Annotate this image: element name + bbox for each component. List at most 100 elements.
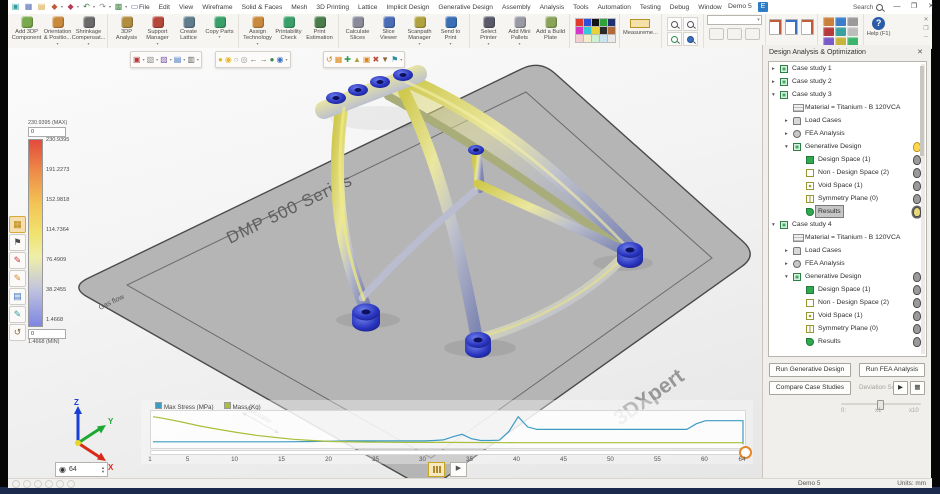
create-lattice-button[interactable]: Create Lattice <box>173 15 204 42</box>
restore-button[interactable]: ❐ <box>909 2 919 12</box>
tree-item-fea-analysis[interactable]: ▸FEA Analysis <box>769 257 926 270</box>
import-icon-caret[interactable]: ▾ <box>61 4 63 9</box>
flag-button[interactable]: ⚑ <box>9 234 26 251</box>
tree-item-generative-design[interactable]: ▾Generative Design <box>769 140 926 153</box>
utility-icon[interactable] <box>847 27 858 36</box>
3dp-analysis-button[interactable]: 3DP Analysis <box>111 15 142 42</box>
printer-select-dropdown[interactable]: ▾ <box>707 15 762 25</box>
app-logo-icon[interactable]: ▣ <box>10 1 21 12</box>
color-swatch[interactable] <box>607 34 616 43</box>
tree-item-generative-design[interactable]: ▾Generative Design <box>769 270 926 283</box>
add-3dp-component-button[interactable]: Add 3DP Component <box>11 15 42 42</box>
menu-wireframe[interactable]: Wireframe <box>201 4 233 11</box>
display-mode-icon[interactable]: ▨ <box>160 54 168 66</box>
menu-3d-printing[interactable]: 3D Printing <box>315 4 350 11</box>
tree-item-results[interactable]: Results <box>769 205 926 218</box>
run-fea-analysis-button[interactable]: Run FEA Analysis <box>859 363 925 377</box>
bulb-all-on-icon[interactable]: ● <box>218 54 223 66</box>
tree-item-results[interactable]: Results <box>769 335 926 348</box>
collapse-arrow-icon[interactable]: ▾ <box>785 274 788 280</box>
expand-arrow-icon[interactable]: ▸ <box>785 131 788 137</box>
expand-arrow-icon[interactable]: ▸ <box>785 261 788 267</box>
legend-max-input[interactable]: 0 <box>28 127 66 137</box>
visibility-bulb-icon[interactable] <box>913 272 921 282</box>
flag-marker-icon[interactable]: ⚑ <box>391 54 398 66</box>
menu-view[interactable]: View <box>178 4 194 11</box>
menu-tools[interactable]: Tools <box>572 4 589 11</box>
tree-item-fea-analysis[interactable]: ▸FEA Analysis <box>769 127 926 140</box>
visibility-bulb-icon[interactable] <box>913 168 921 178</box>
tree-scrollbar[interactable] <box>921 64 925 354</box>
revert-button[interactable]: ↺ <box>9 324 26 341</box>
refresh-icon[interactable]: ↺ <box>326 54 333 66</box>
view-orientation-button[interactable] <box>683 32 698 46</box>
stress-icon[interactable]: ✖ <box>372 54 379 66</box>
results-display-button[interactable]: ▦ <box>9 216 26 233</box>
chart-toggle-button[interactable] <box>428 462 445 477</box>
collapse-arrow-icon[interactable]: ▾ <box>772 222 775 228</box>
analysis-gold-icon[interactable]: ▲ <box>353 54 361 66</box>
menu-analysis[interactable]: Analysis <box>539 4 566 11</box>
visibility-bulb-icon[interactable] <box>913 285 921 295</box>
visibility-bulb-icon[interactable] <box>913 311 921 321</box>
tree-item-non-design-space-2-[interactable]: Non - Design Space (2) <box>769 166 926 179</box>
deviation-play-button[interactable]: ▶ <box>893 381 908 395</box>
clipboard-blue-button[interactable]: ▤ <box>9 288 26 305</box>
search-icon[interactable] <box>876 4 883 11</box>
measure-button[interactable]: Measureme... <box>623 15 658 36</box>
zoom-window-button[interactable] <box>667 17 682 31</box>
visibility-bulb-icon[interactable] <box>913 324 921 334</box>
tree-item-case-study-4[interactable]: ▾Case study 4 <box>769 218 926 231</box>
bulb-invert-icon[interactable]: ◎ <box>241 54 248 66</box>
print-estimation-button[interactable]: Print Estimation <box>304 15 335 42</box>
frame-stepper[interactable]: ▲▼ <box>101 466 107 474</box>
render-style-icon[interactable]: ▤ <box>174 54 182 66</box>
assign-technology-button[interactable]: Assign Technology▾ <box>242 15 273 46</box>
utility-icon[interactable] <box>823 27 834 36</box>
help-button[interactable]: ?Help (F1) <box>867 15 891 37</box>
zoom-selected-button[interactable] <box>667 32 682 46</box>
frame-spinner[interactable]: ◉ 64 ▲▼ <box>55 462 108 477</box>
redo-icon-caret[interactable]: ▾ <box>109 4 111 9</box>
markup-red-button[interactable]: ✎ <box>9 252 26 269</box>
visibility-bulb-icon[interactable] <box>913 207 921 217</box>
bulb-off-icon[interactable]: ○ <box>234 54 239 66</box>
layers-icon[interactable]: ▣ <box>363 54 371 66</box>
build-grid-icon[interactable]: ▦ <box>335 54 343 66</box>
panel-minimize-icon[interactable]: ─ <box>924 34 928 40</box>
zoom-button[interactable] <box>683 17 698 31</box>
tree-item-void-space-1-[interactable]: Void Space (1) <box>769 309 926 322</box>
selection-filter-icon[interactable]: ▧ <box>147 54 155 66</box>
tree-item-void-space-1-[interactable]: Void Space (1) <box>769 179 926 192</box>
run-generative-design-button[interactable]: Run Generative Design <box>769 363 851 377</box>
redo-icon[interactable]: ↷ <box>97 1 108 12</box>
orientation-positioning-button[interactable]: Orientation & Positio...▾ <box>42 15 73 46</box>
play-frames-button[interactable]: ▶ <box>450 462 467 477</box>
frame-slider-track[interactable] <box>150 450 748 455</box>
bulb-on-icon[interactable]: ◉ <box>225 54 232 66</box>
menu-mesh[interactable]: Mesh <box>290 4 308 11</box>
menu-lattice[interactable]: Lattice <box>357 4 378 11</box>
tree-item-design-space-1-[interactable]: Design Space (1) <box>769 153 926 166</box>
minimize-button[interactable]: — <box>892 2 902 12</box>
expand-arrow-icon[interactable]: ▸ <box>772 66 775 72</box>
open-folder-icon[interactable]: ▤ <box>36 1 47 12</box>
panel-close-icon[interactable]: ✕ <box>923 16 928 23</box>
collapse-arrow-icon[interactable]: ▾ <box>785 144 788 150</box>
report-edit-icon[interactable] <box>769 19 782 35</box>
undo-icon[interactable]: ↶ <box>81 1 92 12</box>
add-mini-pallets-button[interactable]: Add Mini Pallets▾ <box>504 15 535 46</box>
copy-parts-button[interactable]: Copy Parts▾ <box>204 15 235 40</box>
menu-debug[interactable]: Debug <box>669 4 690 11</box>
panel-close-icon[interactable]: ✕ <box>917 48 923 56</box>
menu-edit[interactable]: Edit <box>158 4 171 11</box>
tree-item-load-cases[interactable]: ▸Load Cases <box>769 244 926 257</box>
utility-icon[interactable] <box>847 17 858 26</box>
select-mode-icon[interactable]: ▣ <box>133 54 141 66</box>
pick-filter-icon[interactable]: ▥ <box>187 54 195 66</box>
menu-implicit-design[interactable]: Implicit Design <box>385 4 430 11</box>
menu-window[interactable]: Window <box>697 4 722 11</box>
powder-icon[interactable]: ▼ <box>381 54 389 66</box>
expand-arrow-icon[interactable]: ▸ <box>785 248 788 254</box>
menu-testing[interactable]: Testing <box>639 4 662 11</box>
